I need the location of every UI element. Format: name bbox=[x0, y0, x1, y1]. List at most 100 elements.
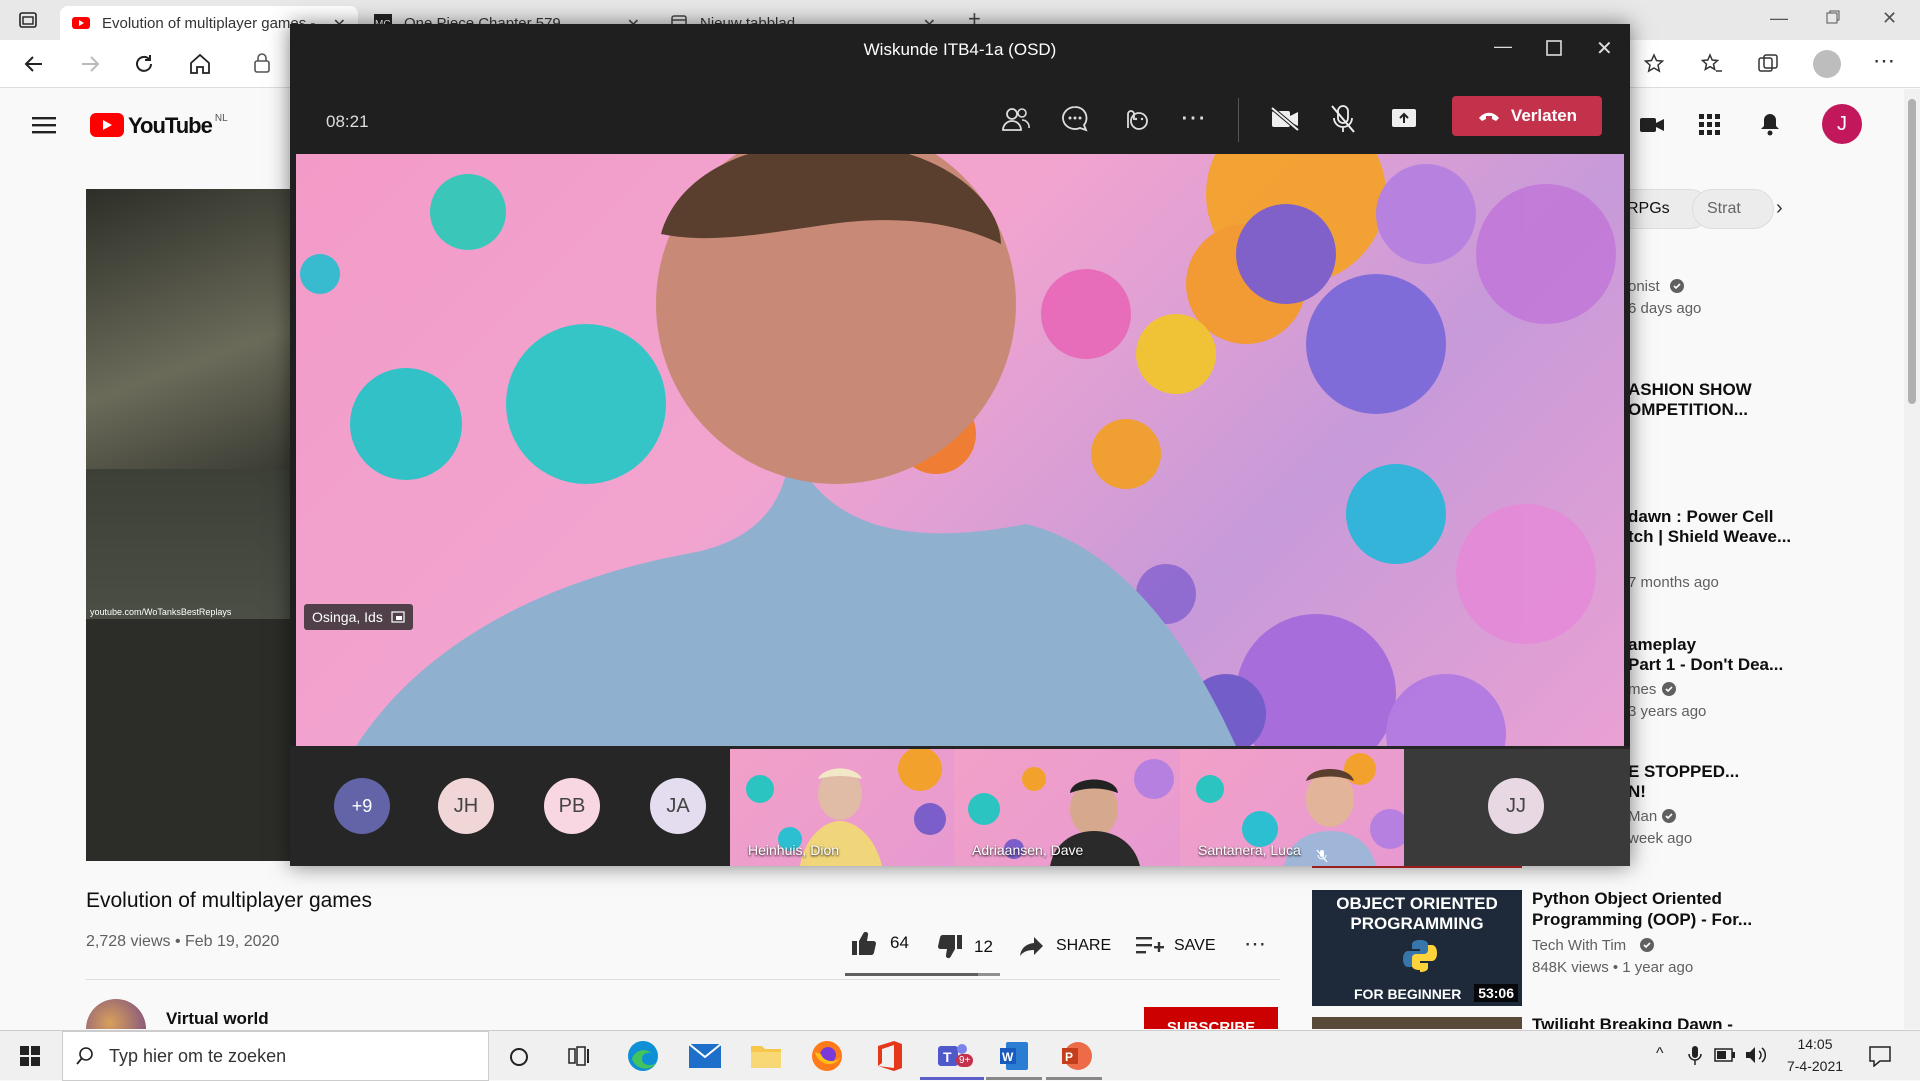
create-video-icon[interactable] bbox=[1638, 113, 1666, 137]
clock-date[interactable]: 7-4-2021 bbox=[1780, 1058, 1850, 1074]
sidebar-channel: onist bbox=[1628, 278, 1660, 295]
verified-icon bbox=[1640, 938, 1654, 952]
favorite-add-icon[interactable] bbox=[1643, 52, 1667, 76]
divider bbox=[1238, 98, 1239, 142]
dislike-button[interactable]: 12 bbox=[934, 933, 993, 961]
rec-thumbnail[interactable]: OBJECT ORIENTED PROGRAMMING FOR BEGINNER… bbox=[1312, 890, 1522, 1006]
rec-meta: 848K views • 1 year ago bbox=[1532, 959, 1694, 976]
task-view-icon[interactable] bbox=[568, 1045, 590, 1067]
more-actions-icon[interactable]: ⋯ bbox=[1180, 102, 1206, 133]
cortana-icon[interactable] bbox=[508, 1046, 530, 1068]
participant-video-tile[interactable]: Santanera, Luca bbox=[1180, 749, 1404, 866]
subscribe-button[interactable]: SUBSCRIBE bbox=[1144, 1007, 1278, 1029]
verified-icon bbox=[1670, 279, 1684, 293]
show-hidden-icons[interactable]: ^ bbox=[1656, 1045, 1664, 1063]
edge-icon[interactable] bbox=[626, 1039, 660, 1073]
chevron-right-icon[interactable]: › bbox=[1776, 197, 1783, 220]
office-icon[interactable] bbox=[874, 1040, 904, 1072]
scrollbar[interactable] bbox=[1904, 89, 1920, 1029]
participant-video-tile[interactable]: Adriaansen, Dave bbox=[954, 749, 1180, 866]
channel-name[interactable]: Virtual world bbox=[166, 1009, 269, 1029]
mail-icon[interactable] bbox=[688, 1043, 722, 1069]
notification-center-icon[interactable] bbox=[1868, 1045, 1892, 1067]
forward-icon[interactable] bbox=[78, 52, 102, 76]
camera-off-icon[interactable] bbox=[1270, 106, 1300, 132]
notifications-icon[interactable] bbox=[1758, 111, 1782, 137]
close-window-icon[interactable]: ✕ bbox=[1882, 8, 1897, 29]
more-actions-icon[interactable]: ⋯ bbox=[1244, 931, 1266, 957]
user-avatar[interactable]: J bbox=[1822, 104, 1862, 144]
youtube-logo[interactable]: YouTube NL bbox=[90, 113, 228, 139]
leave-button[interactable]: Verlaten bbox=[1452, 96, 1602, 136]
participant-avatar[interactable]: JH bbox=[438, 778, 494, 834]
chip-strategy[interactable]: Strat bbox=[1692, 189, 1774, 229]
video-background bbox=[300, 154, 1616, 746]
maximize-icon[interactable] bbox=[1546, 40, 1562, 56]
sidebar-title[interactable]: ASHION SHOW bbox=[1628, 380, 1752, 400]
participant-avatar[interactable]: PB bbox=[544, 778, 600, 834]
video-title: Evolution of multiplayer games bbox=[86, 889, 372, 912]
hang-up-icon bbox=[1478, 112, 1499, 121]
mic-off-icon[interactable] bbox=[1330, 104, 1356, 134]
clock-time[interactable]: 14:05 bbox=[1780, 1036, 1850, 1052]
participants-icon[interactable] bbox=[1000, 104, 1030, 134]
overflow-participants[interactable]: +9 bbox=[334, 778, 390, 834]
reactions-icon[interactable] bbox=[1120, 104, 1150, 134]
sidebar-title[interactable]: E STOPPED... bbox=[1628, 762, 1739, 782]
minimize-icon[interactable]: — bbox=[1770, 8, 1788, 29]
back-icon[interactable] bbox=[22, 52, 46, 76]
restore-icon[interactable] bbox=[1826, 10, 1840, 24]
sidebar-title[interactable]: Part 1 - Don't Dea... bbox=[1628, 655, 1783, 675]
window-title: Wiskunde ITB4-1a (OSD) bbox=[863, 40, 1057, 59]
search-placeholder: Typ hier om te zoeken bbox=[109, 1045, 287, 1066]
video-player[interactable]: youtube.com/WoTanksBestReplays bbox=[86, 189, 296, 861]
windows-start-icon[interactable] bbox=[20, 1046, 40, 1066]
svg-text:T: T bbox=[943, 1049, 952, 1065]
teams-icon[interactable]: T 9+ bbox=[936, 1040, 974, 1072]
thumbnail-partial[interactable] bbox=[1312, 1017, 1522, 1029]
powerpoint-icon[interactable]: P bbox=[1060, 1040, 1092, 1072]
favorites-icon[interactable] bbox=[1700, 52, 1724, 76]
more-icon[interactable]: ⋯ bbox=[1873, 48, 1895, 74]
taskbar-search[interactable]: Typ hier om te zoeken bbox=[62, 1031, 489, 1081]
speaker-video[interactable]: Osinga, Ids bbox=[296, 154, 1624, 746]
volume-icon[interactable] bbox=[1744, 1045, 1768, 1065]
collections-icon[interactable] bbox=[1756, 52, 1780, 76]
home-icon[interactable] bbox=[188, 52, 212, 76]
participant-avatar[interactable]: JJ bbox=[1488, 778, 1544, 834]
firefox-icon[interactable] bbox=[811, 1040, 843, 1072]
rec-channel: Tech With Tim bbox=[1532, 937, 1627, 954]
chat-icon[interactable] bbox=[1060, 104, 1090, 134]
rec-title[interactable]: Programming (OOP) - For... bbox=[1532, 910, 1752, 930]
share-button[interactable]: SHARE bbox=[1018, 933, 1111, 959]
sidebar-title[interactable]: OMPETITION... bbox=[1628, 400, 1748, 420]
sidebar-title[interactable]: dawn : Power Cell bbox=[1628, 507, 1773, 527]
word-icon[interactable]: W bbox=[998, 1040, 1030, 1072]
participant-video-tile[interactable]: Heinhuis, Dion bbox=[730, 749, 954, 866]
dislike-count: 12 bbox=[974, 937, 993, 956]
participant-avatar[interactable]: JA bbox=[650, 778, 706, 834]
sidebar-title[interactable]: N! bbox=[1628, 782, 1646, 802]
save-button[interactable]: SAVE bbox=[1136, 935, 1216, 957]
battery-icon[interactable] bbox=[1714, 1048, 1736, 1062]
refresh-icon[interactable] bbox=[132, 52, 156, 76]
file-explorer-icon[interactable] bbox=[750, 1043, 782, 1069]
taskbar: Typ hier om te zoeken T 9+ W P ^ 14:05 7… bbox=[0, 1030, 1920, 1081]
minimize-icon[interactable]: — bbox=[1494, 36, 1512, 57]
scrollbar-thumb[interactable] bbox=[1908, 99, 1916, 404]
channel-avatar[interactable] bbox=[86, 999, 146, 1029]
youtube-logo-icon bbox=[90, 113, 124, 137]
profile-avatar[interactable] bbox=[1813, 50, 1841, 78]
share-screen-icon[interactable] bbox=[1390, 106, 1418, 130]
apps-icon[interactable] bbox=[1698, 113, 1722, 137]
menu-icon[interactable] bbox=[32, 115, 56, 135]
close-icon[interactable]: ✕ bbox=[1596, 36, 1613, 61]
microphone-icon[interactable] bbox=[1688, 1045, 1702, 1067]
rec-title[interactable]: Twilight Breaking Dawn - bbox=[1532, 1015, 1733, 1029]
sidebar-title[interactable]: ameplay bbox=[1628, 635, 1696, 655]
sidebar-title[interactable]: tch | Shield Weave... bbox=[1628, 527, 1791, 547]
lock-icon[interactable] bbox=[252, 52, 272, 74]
rec-title[interactable]: Python Object Oriented bbox=[1532, 889, 1722, 909]
tab-actions-icon[interactable] bbox=[18, 10, 38, 30]
like-button[interactable]: 64 bbox=[850, 929, 909, 957]
